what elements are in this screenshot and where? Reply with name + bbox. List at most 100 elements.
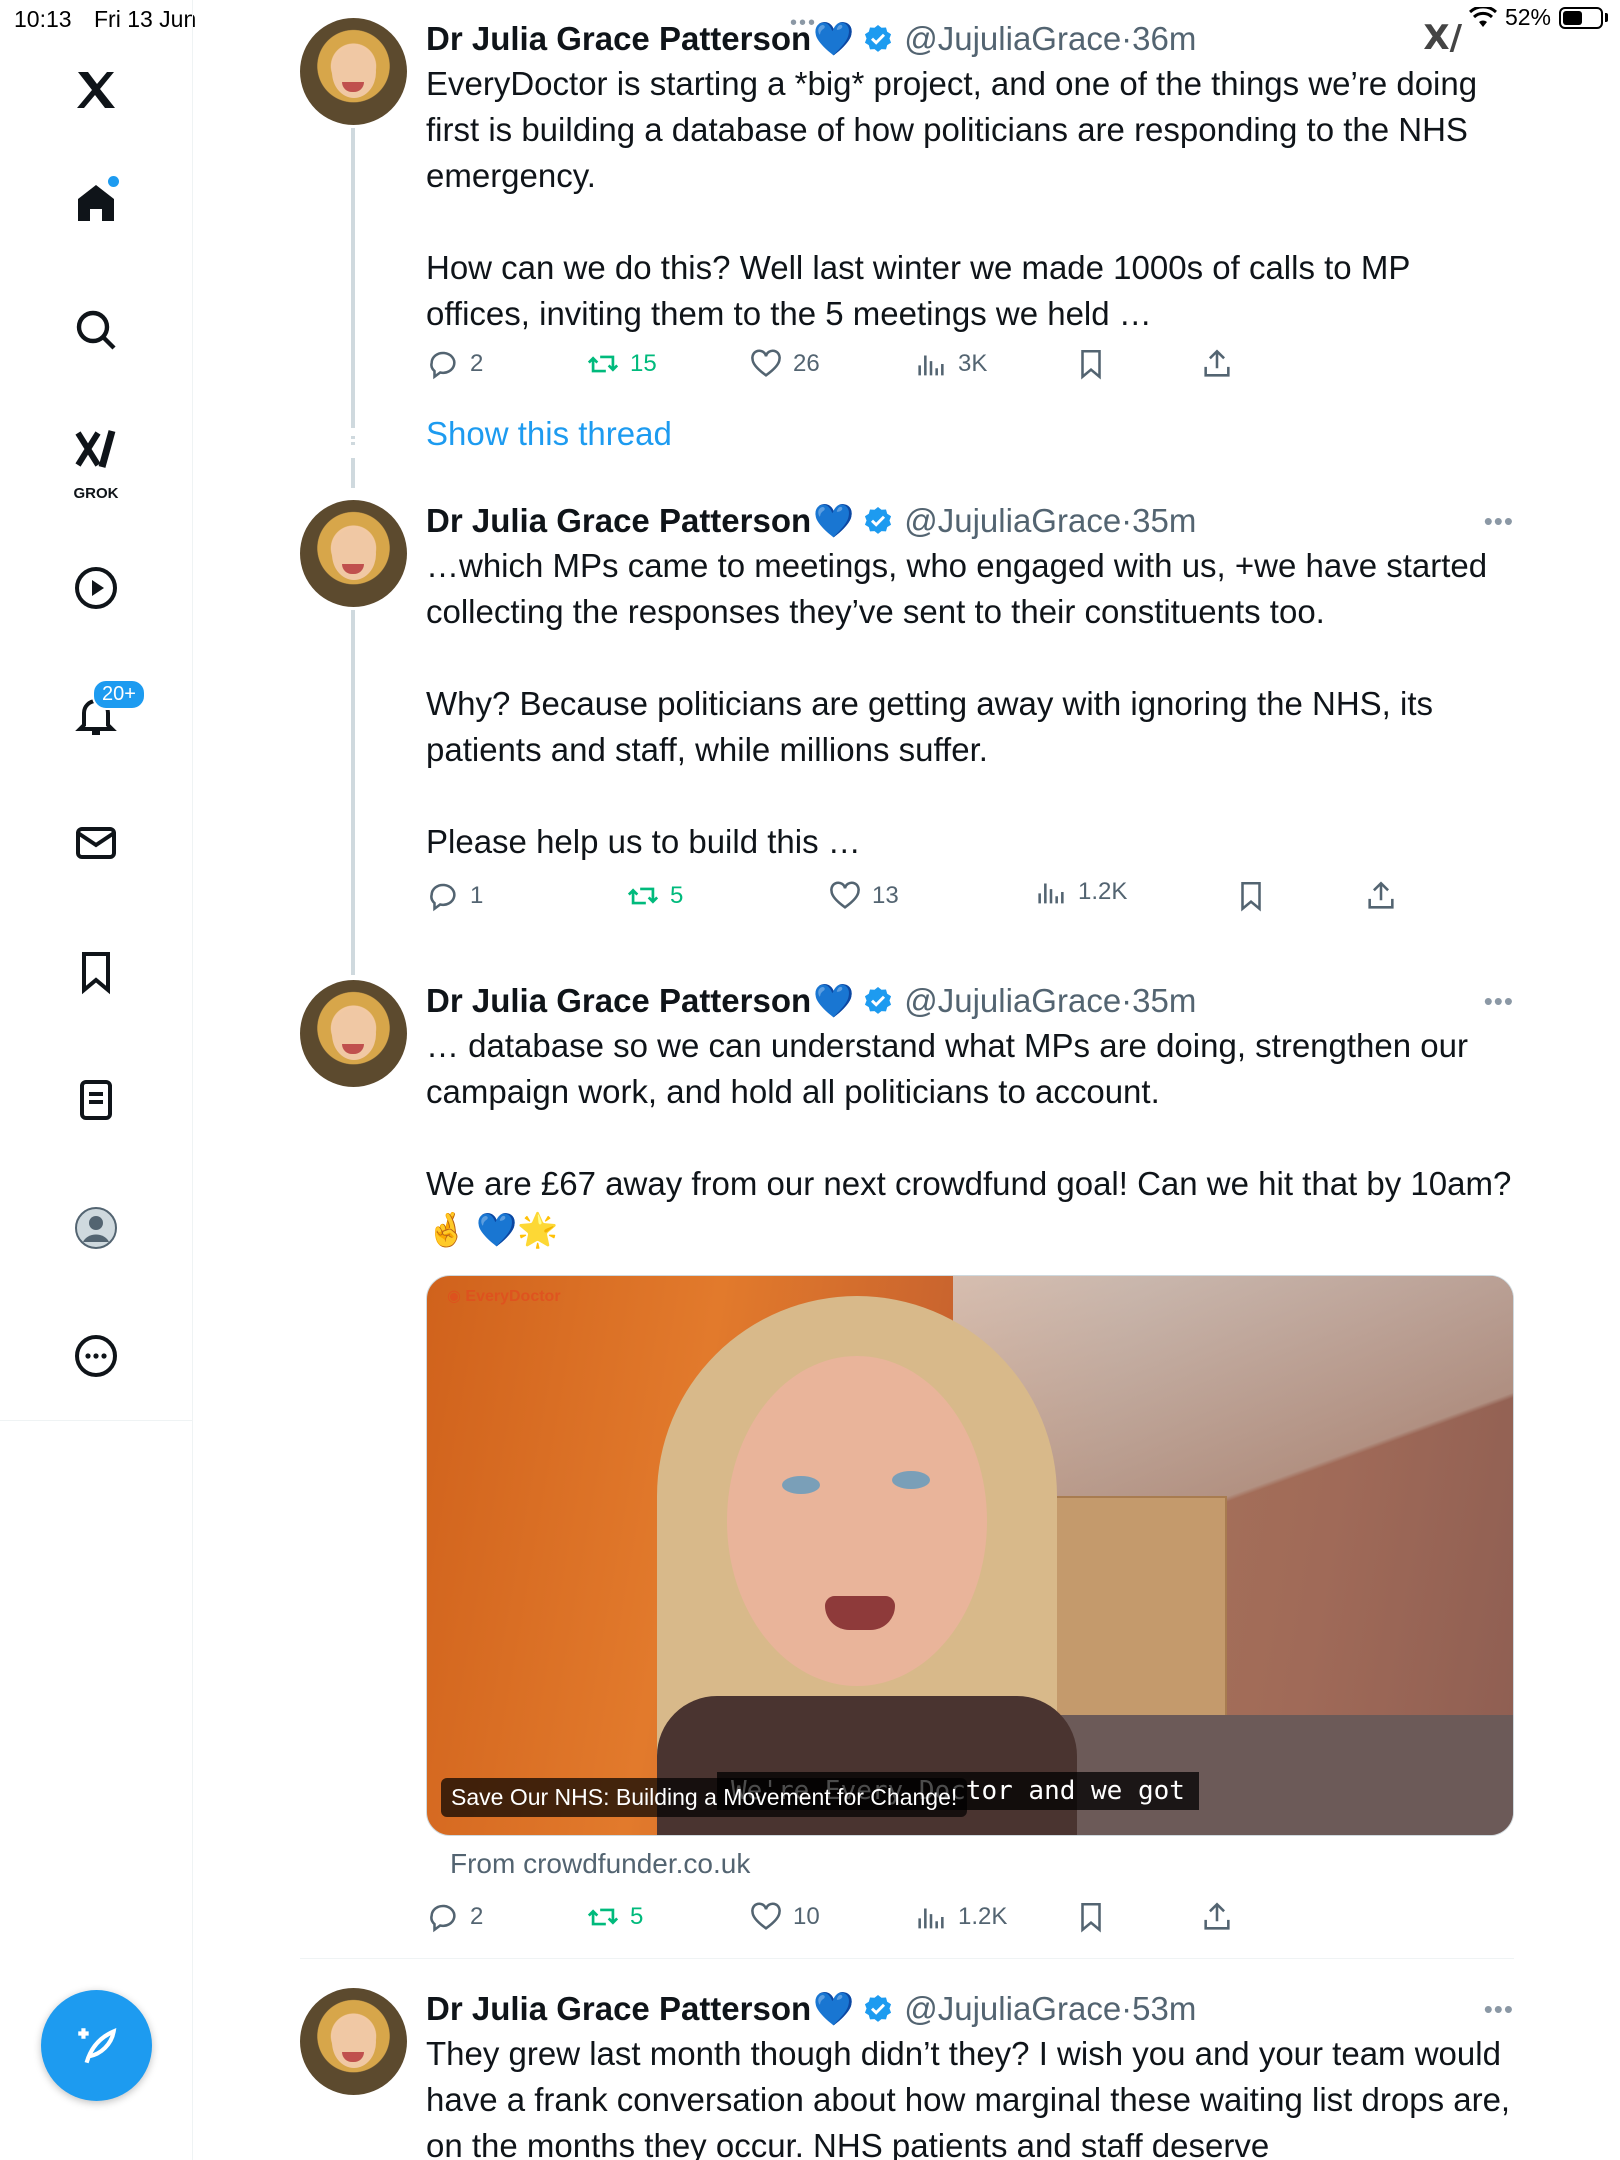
separator-dot: · [1121,1990,1133,2027]
sidebar-item-messages[interactable] [56,803,136,883]
reply-button[interactable]: 2 [426,1900,483,1934]
bookmark-button[interactable] [1074,347,1108,381]
retweet-icon [587,1908,619,1926]
author-handle[interactable]: @JujuliaGrace [904,501,1121,541]
tweet-actions: 2 5 10 1.2K [426,1900,1426,1950]
author-handle[interactable]: @JujuliaGrace [904,981,1121,1021]
views-button[interactable]: 3K [914,347,987,381]
sidebar-divider [0,1420,193,1421]
author-name[interactable]: Dr Julia Grace Patterson [426,19,811,59]
more-options-icon[interactable]: ••• [1484,506,1514,537]
blue-heart-emoji: 💙 [813,502,855,539]
reply-button[interactable]: 1 [426,879,483,913]
view-count: 1.2K [1078,878,1128,905]
sidebar-item-lists[interactable] [56,1060,136,1140]
retweet-button[interactable]: 15 [586,347,657,381]
retweet-button[interactable]: 5 [586,1900,643,1934]
avatar[interactable] [300,500,407,607]
more-options-icon[interactable]: ••• [1484,986,1514,1017]
sidebar-item-profile[interactable] [56,1188,136,1268]
verified-badge-icon [865,25,892,52]
sidebar-item-notifications[interactable]: 20+ [56,675,146,755]
blue-heart-emoji: 💙 [813,20,855,57]
avatar[interactable] [300,1988,407,2095]
tweet-actions: 2 15 26 3K [426,347,1514,397]
avatar[interactable] [300,980,407,1087]
blue-heart-emoji: 💙 [813,1990,855,2027]
views-button[interactable]: 1.2K [1034,875,1127,909]
video-card[interactable]: ◉ EveryDoctor We're Every Doctor and we … [426,1275,1514,1836]
tweet-divider [300,1958,1514,1959]
retweet-icon [587,355,619,373]
tweet[interactable]: Dr Julia Grace Patterson 💙 @JujuliaGrace… [300,18,1514,468]
tweet[interactable]: Dr Julia Grace Patterson 💙 @JujuliaGrace… [300,1988,1514,2160]
like-button[interactable]: 13 [828,879,899,913]
tweet-time[interactable]: 35m [1132,981,1196,1021]
share-button[interactable] [1364,879,1398,913]
tweet-time[interactable]: 53m [1132,1989,1196,2029]
like-button[interactable]: 26 [749,347,820,381]
reply-button[interactable]: 2 [426,347,483,381]
avatar[interactable] [300,18,407,125]
share-button[interactable] [1200,1900,1234,1934]
sidebar-item-bookmarks[interactable] [56,932,136,1012]
bookmark-icon [1081,1902,1101,1933]
bookmark-button[interactable] [1074,1900,1108,1934]
blue-heart-emoji: 💙 [813,982,855,1019]
grok-label: GROK [73,485,119,502]
tweet-text: … database so we can understand what MPs… [426,1027,1512,1248]
heart-icon [830,881,860,909]
author-handle[interactable]: @JujuliaGrace [904,1989,1121,2029]
bookmark-icon [82,952,110,995]
sidebar-item-video[interactable] [56,548,136,628]
share-button[interactable] [1200,347,1234,381]
battery-icon [1559,6,1603,29]
like-count: 26 [793,350,820,377]
share-icon [1204,349,1230,377]
reply-icon [430,883,456,912]
card-title: Save Our NHS: Building a Movement for Ch… [441,1778,968,1817]
sidebar-item-search[interactable] [56,290,136,370]
heart-icon [751,349,781,377]
retweet-button[interactable]: 5 [626,879,683,913]
unread-dot [108,176,119,187]
verified-badge-icon [865,987,892,1014]
tweet[interactable]: Dr Julia Grace Patterson 💙 @JujuliaGrace… [300,980,1514,1940]
like-button[interactable]: 10 [749,1900,820,1934]
compose-feather-icon [77,2027,116,2063]
tweet-time[interactable]: 36m [1132,19,1196,59]
reply-count: 1 [470,882,484,909]
views-chart-icon [918,355,944,376]
tweet-time[interactable]: 35m [1132,501,1196,541]
sidebar-item-home[interactable] [56,163,136,243]
tweet-header: Dr Julia Grace Patterson 💙 @JujuliaGrace… [426,500,1514,541]
verified-badge-icon [865,507,892,534]
notifications-badge: 20+ [92,679,146,710]
view-count: 1.2K [958,1903,1008,1930]
author-handle[interactable]: @JujuliaGrace [904,19,1121,59]
x-logo[interactable] [56,50,136,130]
like-count: 13 [872,882,899,909]
author-name[interactable]: Dr Julia Grace Patterson [426,501,811,541]
bookmark-button[interactable] [1234,879,1268,913]
author-name[interactable]: Dr Julia Grace Patterson [426,1989,811,2029]
view-count: 3K [958,350,988,377]
more-options-icon[interactable]: ••• [1484,1994,1514,2025]
reply-count: 2 [470,1903,484,1930]
tweet-actions: 1 5 13 1.2K [426,878,1514,929]
bookmark-icon [1241,881,1261,912]
tweet-header: Dr Julia Grace Patterson 💙 @JujuliaGrace… [426,980,1514,1021]
sidebar-item-grok[interactable]: GROK [56,412,136,508]
show-thread-link[interactable]: Show this thread [426,415,1514,453]
tweet[interactable]: Dr Julia Grace Patterson 💙 @JujuliaGrace… [300,500,1514,950]
compose-button[interactable] [41,1990,152,2101]
views-button[interactable]: 1.2K [914,1900,1007,1934]
tweet-text: EveryDoctor is starting a *big* project,… [426,65,1478,332]
views-chart-icon [918,1908,944,1929]
sidebar-item-more[interactable] [56,1316,136,1396]
tweet-text: …which MPs came to meetings, who engaged… [426,547,1488,860]
video-icon [75,567,117,609]
reply-icon [430,351,456,380]
author-name[interactable]: Dr Julia Grace Patterson [426,981,811,1021]
card-source-link[interactable]: From crowdfunder.co.uk [450,1848,750,1880]
